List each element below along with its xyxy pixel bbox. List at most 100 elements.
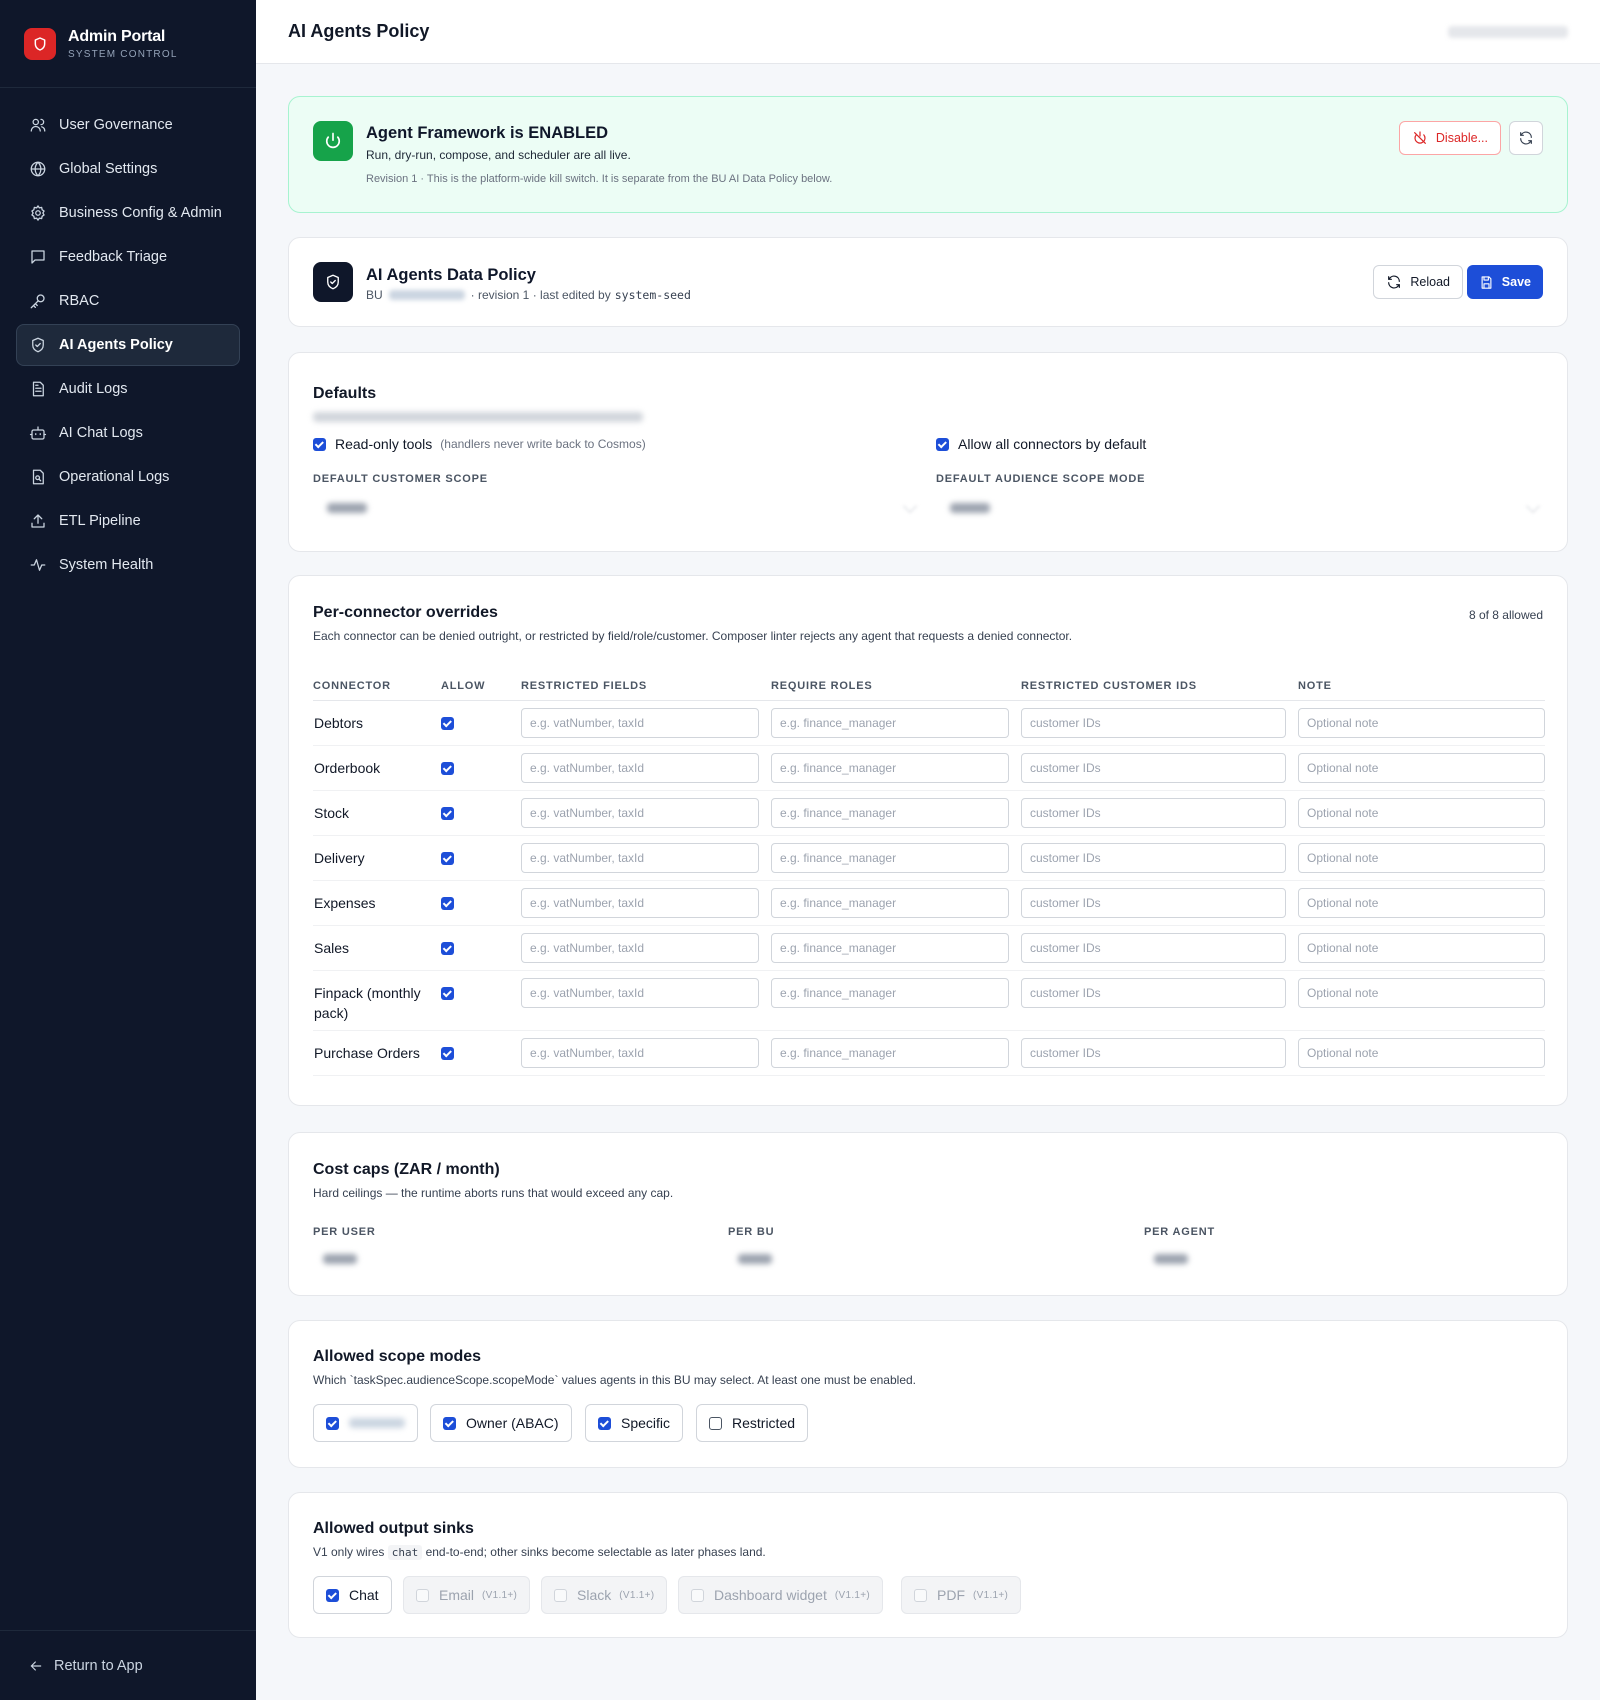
reload-button[interactable]: Reload xyxy=(1373,265,1463,299)
brand-title: Admin Portal xyxy=(68,27,166,45)
save-label: Save xyxy=(1501,275,1531,289)
sidebar-item-audit-logs[interactable]: Audit Logs xyxy=(16,368,240,410)
version-tag: (V1.1+) xyxy=(834,1589,871,1601)
restricted-fields-input[interactable]: e.g. vatNumber, taxId xyxy=(521,887,759,918)
activity-icon xyxy=(30,559,46,571)
sidebar-item-operational-logs[interactable]: Operational Logs xyxy=(16,456,240,498)
note-input[interactable]: Optional note xyxy=(1298,842,1545,873)
data-policy-meta: BU · revision 1 · last edited by system-… xyxy=(366,288,691,302)
sidebar-item-global-settings[interactable]: Global Settings xyxy=(16,148,240,190)
connector-name: Sales xyxy=(313,925,441,971)
allow-checkbox[interactable] xyxy=(441,1046,454,1060)
kill-switch-description: Run, dry-run, compose, and scheduler are… xyxy=(366,148,631,162)
sidebar-item-rbac[interactable]: RBAC xyxy=(16,280,240,322)
allow-checkbox[interactable] xyxy=(441,806,454,820)
editor-name: system-seed xyxy=(614,288,691,302)
shield-icon xyxy=(32,337,44,353)
restricted-fields-input[interactable]: e.g. vatNumber, taxId xyxy=(521,707,759,738)
note-input[interactable]: Optional note xyxy=(1298,707,1545,738)
restricted-fields-input[interactable]: e.g. vatNumber, taxId xyxy=(521,1037,759,1068)
scope-mode-specific[interactable]: Specific xyxy=(585,1404,684,1442)
note-input[interactable]: Optional note xyxy=(1298,1037,1545,1068)
restricted-customer-ids-input[interactable]: customer IDs xyxy=(1021,887,1286,918)
require-roles-input[interactable]: e.g. finance_manager xyxy=(771,932,1009,963)
note-input[interactable]: Optional note xyxy=(1298,797,1545,828)
sidebar-item-etl-pipeline[interactable]: ETL Pipeline xyxy=(16,500,240,542)
shield-icon xyxy=(313,262,353,302)
return-to-app-link[interactable]: Return to App xyxy=(0,1630,256,1700)
require-roles-input[interactable]: e.g. finance_manager xyxy=(771,707,1009,738)
restricted-fields-input[interactable]: e.g. vatNumber, taxId xyxy=(521,932,759,963)
sidebar: Admin Portal SYSTEM CONTROL User Governa… xyxy=(0,0,256,1700)
checkbox-checked[interactable] xyxy=(936,437,949,451)
per-bu-label: PER BU xyxy=(728,1226,775,1238)
customer-scope-select[interactable] xyxy=(313,491,923,525)
refresh-icon xyxy=(1388,275,1401,289)
cost-caps-description: Hard ceilings — the runtime aborts runs … xyxy=(313,1186,674,1200)
restricted-customer-ids-input[interactable]: customer IDs xyxy=(1021,842,1286,873)
checkbox-disabled xyxy=(554,1588,567,1602)
checkbox-checked[interactable] xyxy=(326,1416,339,1430)
require-roles-input[interactable]: e.g. finance_manager xyxy=(771,797,1009,828)
allow-checkbox[interactable] xyxy=(441,716,454,730)
sidebar-item-feedback-triage[interactable]: Feedback Triage xyxy=(16,236,240,278)
restricted-customer-ids-input[interactable]: customer IDs xyxy=(1021,977,1286,1008)
disable-label: Disable... xyxy=(1435,131,1488,145)
checkbox-checked[interactable] xyxy=(326,1588,339,1602)
restricted-customer-ids-input[interactable]: customer IDs xyxy=(1021,1037,1286,1068)
restricted-fields-input[interactable]: e.g. vatNumber, taxId xyxy=(521,842,759,873)
allow-checkbox[interactable] xyxy=(441,941,454,955)
upload-icon xyxy=(31,514,45,528)
note-input[interactable]: Optional note xyxy=(1298,887,1545,918)
note-input[interactable]: Optional note xyxy=(1298,752,1545,783)
audience-scope-select[interactable] xyxy=(936,491,1546,525)
restricted-fields-input[interactable]: e.g. vatNumber, taxId xyxy=(521,977,759,1008)
require-roles-input[interactable]: e.g. finance_manager xyxy=(771,752,1009,783)
allow-checkbox[interactable] xyxy=(441,986,454,1000)
restricted-customer-ids-input[interactable]: customer IDs xyxy=(1021,932,1286,963)
restricted-customer-ids-input[interactable]: customer IDs xyxy=(1021,797,1286,828)
scope-mode-restricted[interactable]: Restricted xyxy=(696,1404,809,1442)
allow-all-connectors-checkbox[interactable]: Allow all connectors by default xyxy=(936,436,1146,452)
checkbox-checked[interactable] xyxy=(313,437,326,451)
checkbox-unchecked[interactable] xyxy=(709,1416,722,1430)
sidebar-item-user-governance[interactable]: User Governance xyxy=(16,104,240,146)
scope-mode-owner[interactable]: Owner (ABAC) xyxy=(430,1404,572,1442)
desc-prefix: V1 only wires xyxy=(313,1545,385,1559)
connectors-description: Each connector can be denied outright, o… xyxy=(313,629,1073,643)
sidebar-item-business-config[interactable]: Business Config & Admin xyxy=(16,192,240,234)
allow-checkbox[interactable] xyxy=(441,851,454,865)
require-roles-input[interactable]: e.g. finance_manager xyxy=(771,1037,1009,1068)
checkbox-checked[interactable] xyxy=(598,1416,611,1430)
require-roles-input[interactable]: e.g. finance_manager xyxy=(771,842,1009,873)
restricted-customer-ids-input[interactable]: customer IDs xyxy=(1021,707,1286,738)
sidebar-item-ai-agents-policy[interactable]: AI Agents Policy xyxy=(16,324,240,366)
column-header: CONNECTOR xyxy=(313,670,441,701)
output-sinks-card: Allowed output sinks V1 only wires chat … xyxy=(288,1492,1568,1638)
note-input[interactable]: Optional note xyxy=(1298,932,1545,963)
per-user-input[interactable] xyxy=(313,1243,713,1275)
checkbox-checked[interactable] xyxy=(443,1416,456,1430)
file-search-icon xyxy=(32,469,44,485)
restricted-fields-input[interactable]: e.g. vatNumber, taxId xyxy=(521,752,759,783)
restricted-fields-input[interactable]: e.g. vatNumber, taxId xyxy=(521,797,759,828)
save-button[interactable]: Save xyxy=(1466,265,1543,299)
sidebar-item-label: Feedback Triage xyxy=(59,249,168,265)
allow-checkbox[interactable] xyxy=(441,896,454,910)
globe-icon xyxy=(30,161,46,177)
allow-checkbox[interactable] xyxy=(441,761,454,775)
sink-chat[interactable]: Chat xyxy=(313,1576,392,1614)
sidebar-item-ai-chat-logs[interactable]: AI Chat Logs xyxy=(16,412,240,454)
sidebar-item-system-health[interactable]: System Health xyxy=(16,544,240,586)
disable-button[interactable]: Disable... xyxy=(1398,121,1501,155)
per-bu-input[interactable] xyxy=(728,1243,1128,1275)
require-roles-input[interactable]: e.g. finance_manager xyxy=(771,887,1009,918)
refresh-button[interactable] xyxy=(1509,121,1543,155)
table-row: Sales e.g. vatNumber, taxId e.g. finance_m… xyxy=(313,925,1545,971)
note-input[interactable]: Optional note xyxy=(1298,977,1545,1008)
restricted-customer-ids-input[interactable]: customer IDs xyxy=(1021,752,1286,783)
readonly-tools-checkbox[interactable]: Read-only tools (handlers never write ba… xyxy=(313,436,646,452)
require-roles-input[interactable]: e.g. finance_manager xyxy=(771,977,1009,1008)
per-agent-input[interactable] xyxy=(1144,1243,1544,1275)
scope-mode-option-redacted[interactable] xyxy=(313,1404,418,1442)
